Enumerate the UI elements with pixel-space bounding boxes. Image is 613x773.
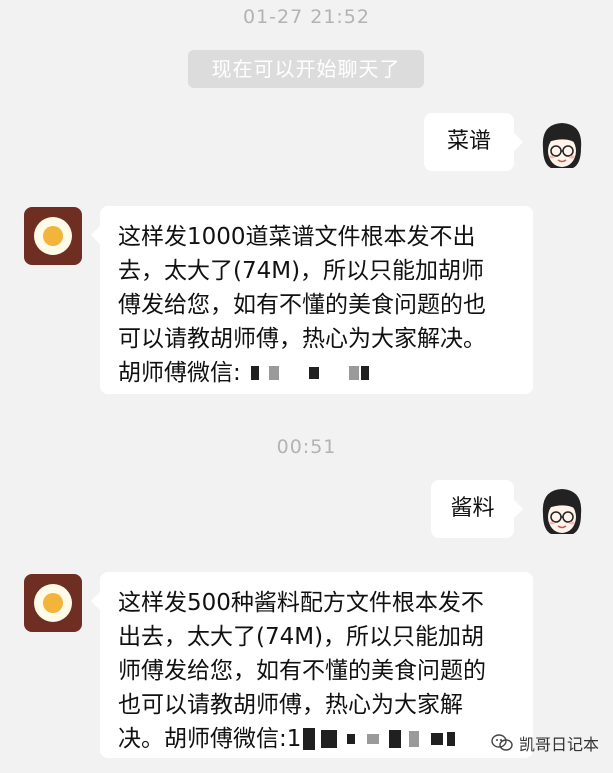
wechat-label: 胡师傅微信: [118, 360, 241, 386]
message-line: 傅发给您，如有不懂的美食问题的也 [118, 292, 486, 318]
message-text: 酱料 [450, 496, 495, 521]
timestamp: 01-27 21:52 [242, 6, 370, 28]
message-bubble-received[interactable]: 这样发1000道菜谱文件根本发不出 去，太大了(74M)，所以只能加胡师 傅发给… [91, 206, 533, 394]
contact-avatar[interactable] [24, 207, 82, 265]
girl-avatar-icon [542, 123, 582, 168]
redacted-id [303, 728, 456, 750]
message-bubble-received[interactable]: 这样发500种酱料配方文件根本发不 出去，太大了(74M)，所以只能加胡 师傅发… [91, 572, 533, 758]
girl-avatar-icon [542, 489, 582, 534]
wechat-id-line: 决。胡师傅微信:1 [118, 722, 533, 756]
wechat-label: 决。胡师傅微信:1 [118, 726, 302, 752]
message-bubble-sent[interactable]: 菜谱 [424, 113, 523, 171]
watermark: 凯哥日记本 [491, 731, 599, 755]
message-line: 这样发1000道菜谱文件根本发不出 [118, 224, 476, 250]
user-avatar[interactable] [537, 118, 587, 178]
contact-avatar[interactable] [24, 574, 82, 632]
message-line: 去，太大了(74M)，所以只能加胡师 [118, 258, 485, 284]
system-message: 现在可以开始聊天了 [188, 50, 424, 88]
message-line: 这样发500种酱料配方文件根本发不 [118, 590, 484, 616]
wechat-icon [491, 734, 513, 752]
wechat-id-line: 胡师傅微信: [118, 356, 533, 390]
message-line: 出去，太大了(74M)，所以只能加胡 [118, 624, 485, 650]
message-line: 可以请教胡师傅，热心为大家解决。 [118, 326, 486, 352]
message-line: 师傅发给您，如有不懂的美食问题的 [118, 658, 486, 684]
redacted-id [247, 366, 369, 380]
message-bubble-sent[interactable]: 酱料 [431, 480, 523, 538]
timestamp: 00:51 [276, 436, 337, 458]
user-avatar[interactable] [537, 484, 587, 544]
watermark-text: 凯哥日记本 [518, 735, 599, 754]
message-text: 菜谱 [446, 129, 491, 154]
message-line: 也可以请教胡师傅，热心为大家解 [118, 692, 463, 718]
